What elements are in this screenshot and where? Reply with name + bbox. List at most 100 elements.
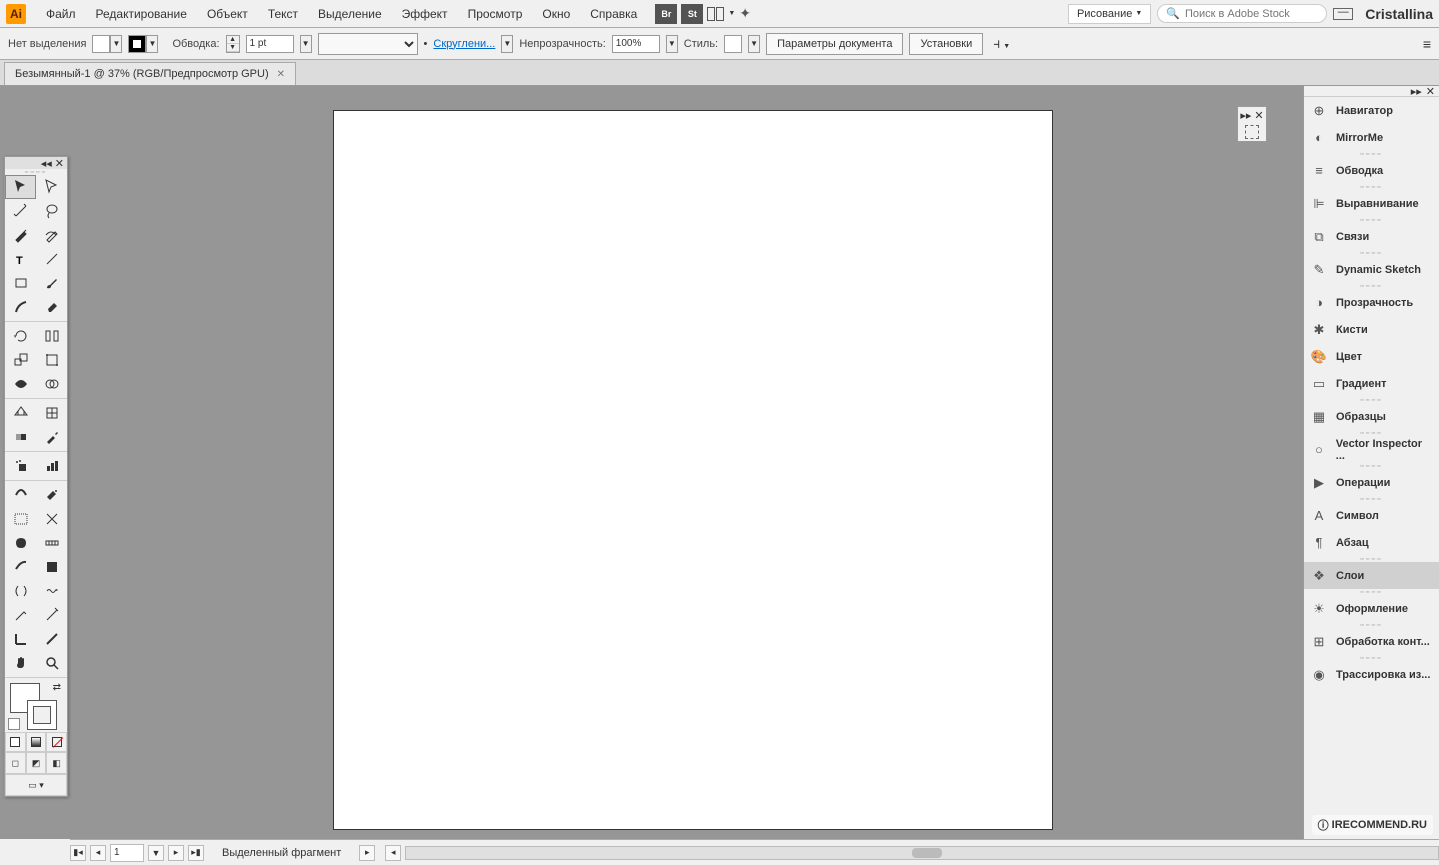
pattern-tool[interactable]: [36, 555, 67, 579]
artboard[interactable]: [333, 110, 1053, 830]
panel--[interactable]: ≡Обводка: [1304, 157, 1439, 184]
panel--[interactable]: 🎨Цвет: [1304, 343, 1439, 370]
gpu-icon[interactable]: ✦: [739, 5, 751, 22]
panel-vector-inspector-[interactable]: ○Vector Inspector ...: [1304, 436, 1439, 463]
artboard-dropdown[interactable]: ▼: [148, 845, 164, 861]
document-setup-button[interactable]: Параметры документа: [766, 33, 903, 55]
panel--[interactable]: ⧉Связи: [1304, 223, 1439, 250]
close-panels-icon[interactable]: ✕: [1426, 85, 1435, 98]
stock-search-input[interactable]: [1185, 8, 1315, 20]
panel-menu-icon[interactable]: ≡: [1423, 36, 1431, 52]
menu-выделение[interactable]: Выделение: [308, 3, 392, 25]
arrange-documents-icon[interactable]: ▼: [707, 7, 735, 21]
menu-объект[interactable]: Объект: [197, 3, 258, 25]
menu-эффект[interactable]: Эффект: [392, 3, 458, 25]
pencil-tool[interactable]: [5, 295, 36, 319]
selection-tool[interactable]: [5, 175, 36, 199]
mesh-tool[interactable]: [36, 401, 67, 425]
preferences-button[interactable]: Установки: [909, 33, 983, 55]
document-tab[interactable]: Безымянный-1 @ 37% (RGB/Предпросмотр GPU…: [4, 62, 296, 85]
line-tool[interactable]: [36, 247, 67, 271]
wrinkle-tool[interactable]: [36, 579, 67, 603]
fill-swatch[interactable]: [92, 35, 110, 53]
column-graph-tool[interactable]: [36, 454, 67, 478]
default-colors-icon[interactable]: [8, 718, 20, 730]
stroke-weight-input[interactable]: [246, 35, 294, 53]
eyedropper-tool[interactable]: [36, 425, 67, 449]
scale-tool[interactable]: [5, 348, 36, 372]
blob-brush-tool[interactable]: [5, 531, 36, 555]
expand-panels-icon[interactable]: ▸▸: [1411, 85, 1422, 98]
panel--[interactable]: ▶Операции: [1304, 469, 1439, 496]
type-tool[interactable]: T: [5, 247, 36, 271]
hand-tool[interactable]: [5, 651, 36, 675]
panel--[interactable]: ⊫Выравнивание: [1304, 190, 1439, 217]
gradient-mode-icon[interactable]: [26, 732, 47, 752]
color-picker[interactable]: ⇄: [5, 680, 67, 732]
panel--[interactable]: ▦Образцы: [1304, 403, 1439, 430]
symbol-sprayer-tool[interactable]: [5, 454, 36, 478]
curvature-tool[interactable]: [36, 223, 67, 247]
menu-просмотр[interactable]: Просмотр: [458, 3, 533, 25]
blend-tool[interactable]: [5, 483, 36, 507]
prev-artboard-button[interactable]: ◂: [90, 845, 106, 861]
pen-tool[interactable]: [5, 223, 36, 247]
panel--[interactable]: ✱Кисти: [1304, 316, 1439, 343]
stock-search[interactable]: 🔍: [1157, 4, 1327, 23]
panel--[interactable]: ⊕Навигатор: [1304, 97, 1439, 124]
rectangle-tool[interactable]: [5, 271, 36, 295]
magic-wand-tool[interactable]: [5, 199, 36, 223]
width-tool[interactable]: [5, 372, 36, 396]
stroke-spinner[interactable]: ▲▼: [226, 35, 240, 53]
free-transform-tool[interactable]: [36, 348, 67, 372]
stroke-swatch[interactable]: [128, 35, 146, 53]
menu-окно[interactable]: Окно: [532, 3, 580, 25]
minimize-button[interactable]: —: [1333, 8, 1353, 20]
align-icon[interactable]: ⫞▼: [993, 35, 1010, 52]
bridge-icon[interactable]: Br: [655, 4, 677, 24]
shape-builder-tool[interactable]: [36, 372, 67, 396]
warp-tool[interactable]: [5, 579, 36, 603]
status-menu-icon[interactable]: ▸: [359, 845, 375, 861]
menu-текст[interactable]: Текст: [258, 3, 308, 25]
horizontal-scrollbar[interactable]: [405, 846, 1439, 860]
close-tab-icon[interactable]: ✕: [277, 69, 285, 80]
measure-tool[interactable]: [36, 531, 67, 555]
stroke-color[interactable]: [27, 700, 57, 730]
stock-icon[interactable]: St: [681, 4, 703, 24]
first-artboard-button[interactable]: ▮◂: [70, 845, 86, 861]
panel--[interactable]: ▭Градиент: [1304, 370, 1439, 397]
corner-label[interactable]: Скруглени...: [433, 38, 495, 50]
rotate-tool[interactable]: [5, 324, 36, 348]
perspective-grid-tool[interactable]: [5, 401, 36, 425]
eraser-tool[interactable]: [36, 295, 67, 319]
fill-dropdown[interactable]: ▼: [110, 35, 122, 53]
none-mode-icon[interactable]: [46, 732, 67, 752]
lasso-tool[interactable]: [36, 199, 67, 223]
artboard-control[interactable]: ▸▸ ✕: [1237, 106, 1267, 142]
workspace-selector[interactable]: Рисование▼: [1068, 4, 1151, 24]
panel--[interactable]: ◑Прозрачность: [1304, 289, 1439, 316]
collapse-icon[interactable]: ▸▸ ✕: [1240, 109, 1263, 122]
grid-icon[interactable]: [1245, 125, 1259, 139]
close-icon[interactable]: ✕: [55, 157, 64, 170]
artboard-tool[interactable]: [5, 507, 36, 531]
swap-colors-icon[interactable]: ⇄: [53, 682, 61, 693]
draw-behind-icon[interactable]: ◩: [26, 752, 47, 774]
opacity-input[interactable]: [612, 35, 660, 53]
style-swatch[interactable]: [724, 35, 742, 53]
gradient-tool[interactable]: [5, 425, 36, 449]
last-artboard-button[interactable]: ▸▮: [188, 845, 204, 861]
next-artboard-button[interactable]: ▸: [168, 845, 184, 861]
smooth-tool[interactable]: [5, 603, 36, 627]
knife-tool[interactable]: [5, 555, 36, 579]
paintbrush-tool[interactable]: [36, 271, 67, 295]
color-mode-icon[interactable]: [5, 732, 26, 752]
menu-редактирование[interactable]: Редактирование: [86, 3, 197, 25]
path-eraser-tool[interactable]: [36, 627, 67, 651]
panel--[interactable]: ◉Трассировка из...: [1304, 661, 1439, 688]
draw-normal-icon[interactable]: ◻: [5, 752, 26, 774]
draw-inside-icon[interactable]: ◧: [46, 752, 67, 774]
stroke-dropdown[interactable]: ▼: [146, 35, 158, 53]
join-tool[interactable]: [5, 627, 36, 651]
